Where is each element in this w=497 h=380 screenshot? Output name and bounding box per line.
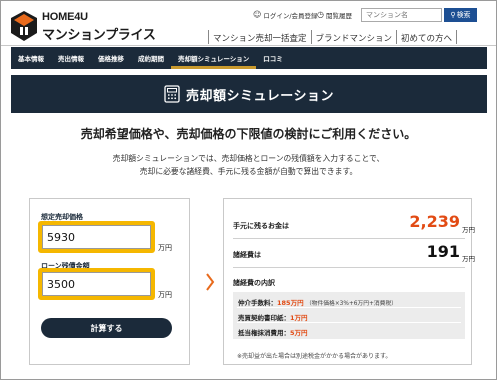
chevron-right-icon	[206, 273, 215, 291]
search-button[interactable]: ⚲ 検索	[444, 8, 477, 22]
tab-basic-info[interactable]: 基本情報	[11, 47, 51, 69]
breakdown-divider	[237, 307, 461, 308]
price-input[interactable]	[42, 225, 151, 249]
expenses-label: 諸経費は	[233, 251, 261, 259]
login-link-label: ログイン/会員登録	[263, 12, 318, 20]
breakdown-row-brokerage: 仲介手数料：185万円 （物件価格×3%+6万円+消費税）	[238, 297, 397, 307]
breakdown-title: 諸経費の内訳	[233, 279, 275, 287]
tab-sale-simulation[interactable]: 売却額シミュレーション	[171, 47, 257, 69]
user-icon: ☺	[253, 10, 262, 19]
breakdown-value: 185万円	[277, 299, 304, 307]
tab-price-trend[interactable]: 価格推移	[91, 47, 131, 69]
breakdown-value: 5万円	[290, 329, 308, 337]
calculate-button[interactable]: 計算する	[41, 318, 172, 338]
description-line-1: 売却額シミュレーションでは、売却価格とローンの残債額を入力することで、	[112, 154, 385, 163]
logo-icon	[11, 11, 37, 41]
breakdown-label: 抵当権抹消費用：	[238, 329, 290, 337]
breakdown-panel: 仲介手数料：185万円 （物件価格×3%+6万円+消費税） 売買契約書印紙：1万…	[233, 292, 465, 339]
history-link[interactable]: ◷ 閲覧履歴	[317, 10, 352, 21]
top-navigation: マンション売却一括査定 ブランドマンション 初めての方へ	[208, 28, 458, 46]
remaining-value: 2,239	[409, 212, 460, 231]
logo-text-top[interactable]: HOME4U	[42, 11, 88, 23]
search-button-label: 検索	[456, 11, 471, 19]
breakdown-label: 売買契約書印紙：	[238, 314, 290, 322]
result-divider-2	[233, 267, 465, 268]
calculator-icon	[164, 85, 180, 103]
search-input[interactable]	[361, 8, 442, 22]
topnav-item-brand[interactable]: ブランドマンション	[310, 30, 397, 44]
logo-text-bottom[interactable]: マンションプライス	[42, 24, 156, 43]
property-subnav: 基本情報 売出情報 価格推移 成約期間 売却額シミュレーション 口コミ	[11, 47, 487, 69]
breakdown-label: 仲介手数料：	[238, 299, 277, 307]
lead-text: 売却希望価格や、売却価格の下限値の検討にご利用ください。	[80, 127, 417, 141]
remaining-unit: 万円	[462, 226, 475, 234]
history-link-label: 閲覧履歴	[325, 12, 352, 20]
expenses-unit: 万円	[462, 255, 475, 263]
login-link[interactable]: ☺ ログイン/会員登録	[253, 10, 318, 21]
result-divider-1	[233, 238, 465, 239]
description-line-2: 売却に必要な諸経費、手元に残る金額が自動で算出できます。	[139, 167, 358, 176]
topnav-item-beginners[interactable]: 初めての方へ	[396, 30, 458, 44]
breakdown-row-stamp: 売買契約書印紙：1万円	[238, 312, 308, 322]
tax-footnote: ※売却益が出た場合は別途税金がかかる場合があります。	[237, 353, 392, 360]
tab-reviews[interactable]: 口コミ	[256, 47, 290, 69]
clock-icon: ◷	[317, 10, 324, 19]
loan-unit: 万円	[158, 291, 172, 299]
search-icon: ⚲	[450, 11, 456, 19]
breakdown-divider	[237, 322, 461, 323]
section-title: 売却額シミュレーション	[186, 88, 334, 104]
tab-listings[interactable]: 売出情報	[51, 47, 91, 69]
price-unit: 万円	[158, 244, 172, 252]
expenses-value: 191	[426, 242, 460, 261]
breakdown-value: 1万円	[290, 314, 308, 322]
section-banner: 売却額シミュレーション	[11, 75, 487, 113]
header-divider	[1, 45, 496, 46]
topnav-item-assessment[interactable]: マンション売却一括査定	[208, 30, 311, 44]
loan-input[interactable]	[42, 272, 151, 296]
breakdown-row-mortgage: 抵当権抹消費用：5万円	[238, 327, 308, 337]
tab-sale-period[interactable]: 成約期間	[131, 47, 171, 69]
remaining-label: 手元に残るお金は	[233, 222, 289, 230]
